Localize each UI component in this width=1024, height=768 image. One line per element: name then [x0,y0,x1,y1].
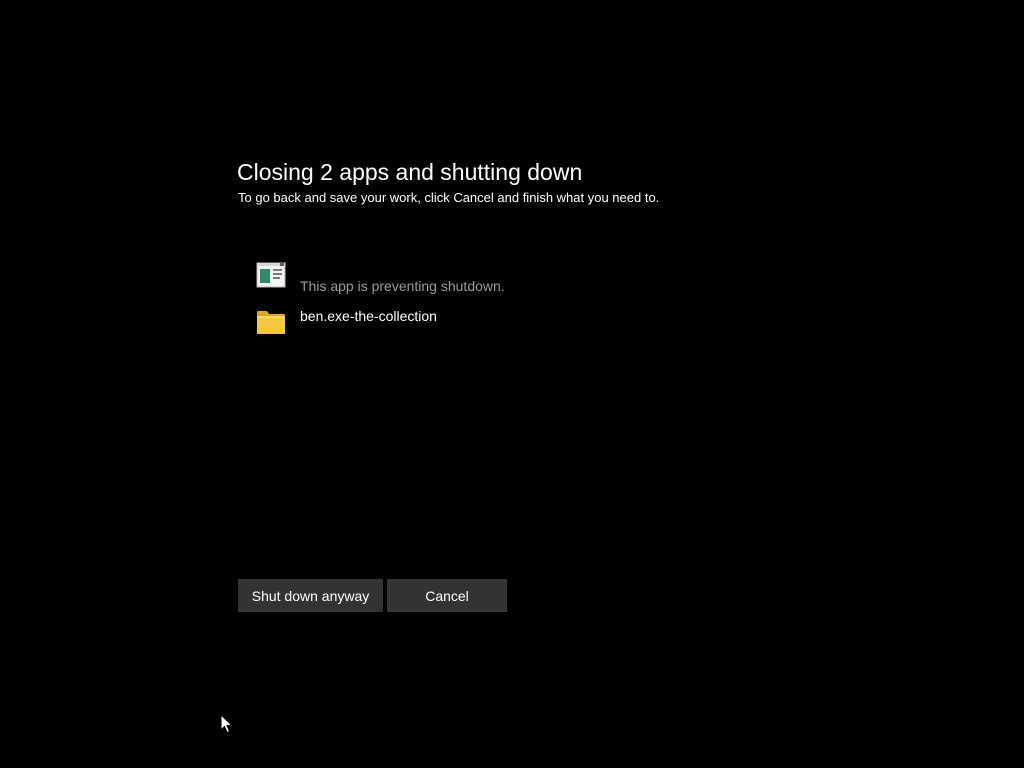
shut-down-anyway-button[interactable]: Shut down anyway [238,579,383,612]
mouse-cursor-icon [220,713,234,734]
cancel-button[interactable]: Cancel [387,579,507,612]
button-row: Shut down anyway Cancel [238,579,507,612]
app-list: This app is preventing shutdown. ben.exe… [254,258,754,350]
app-blocking-text: This app is preventing shutdown. [300,278,505,294]
dialog-subtitle: To go back and save your work, click Can… [238,190,660,205]
app-folder-name: ben.exe-the-collection [300,308,437,324]
folder-icon [256,308,286,336]
app-item-blocking: This app is preventing shutdown. [254,258,754,304]
dialog-title: Closing 2 apps and shutting down [237,159,583,185]
app-window-icon [256,262,286,290]
shutdown-screen: Closing 2 apps and shutting down To go b… [0,0,1024,768]
app-item-folder: ben.exe-the-collection [254,304,754,350]
